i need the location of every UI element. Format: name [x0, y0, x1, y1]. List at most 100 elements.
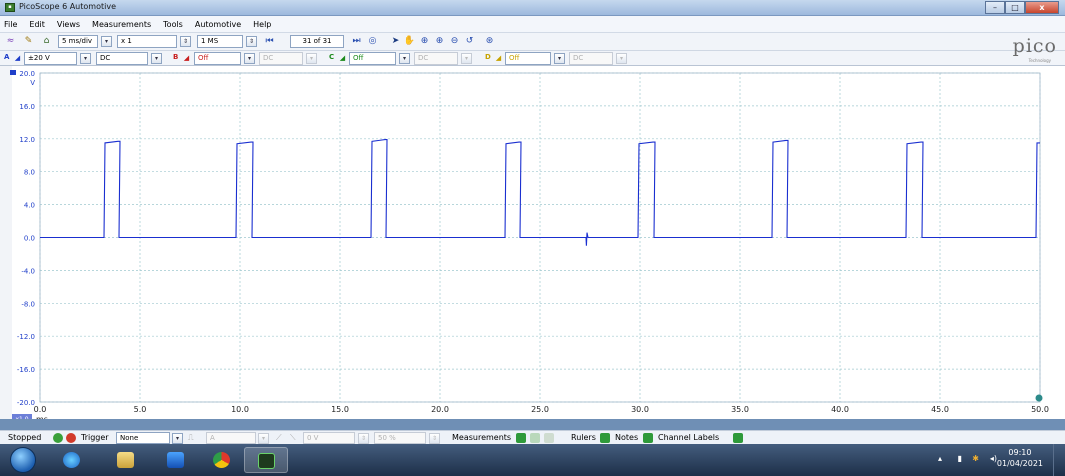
trigger-source-select[interactable]: A	[206, 432, 256, 444]
notes-toggle-icon[interactable]	[643, 433, 653, 443]
stop-capture-icon[interactable]	[66, 433, 76, 443]
channel-b-range-select[interactable]: Off	[194, 52, 241, 65]
channel-a-coupling-select[interactable]: DC	[96, 52, 148, 65]
advanced-trigger-icon[interactable]: ⎍	[188, 433, 194, 443]
x-tick-label: 15.0	[331, 405, 349, 414]
falling-edge-icon[interactable]: ⟍	[290, 433, 296, 443]
scope-mode-icon[interactable]: ≈	[4, 35, 17, 48]
channel-c-coupling-select[interactable]: DC	[414, 52, 458, 65]
next-buffer-icon[interactable]: ⏭	[350, 35, 363, 48]
menu-edit[interactable]: Edit	[29, 20, 45, 29]
timebase-select[interactable]: 5 ms/div	[58, 35, 98, 48]
channel-d-range-dropdown-icon[interactable]: ▾	[554, 53, 565, 64]
channel-b-probe-icon[interactable]: ◢	[180, 52, 193, 65]
x-tick-label: 0.0	[34, 405, 47, 414]
power-icon[interactable]: ✱	[972, 454, 979, 463]
edit-measurement-icon[interactable]	[530, 433, 540, 443]
zoom-region-icon[interactable]: ⊕	[433, 35, 446, 48]
trace-end-marker	[1035, 394, 1043, 402]
rising-edge-icon[interactable]: ⟋	[276, 433, 282, 443]
oscilloscope-plot[interactable]: 0.0 5.0 10.0 15.0 20.0 25.0 30.0 35.0 40.0 45.0 50…	[0, 66, 1065, 419]
channel-a-probe-icon[interactable]: ◢	[11, 52, 24, 65]
hand-pan-icon[interactable]: ✋	[403, 35, 416, 48]
probe-icon[interactable]: ✎	[22, 35, 35, 48]
picoscope-taskbar-icon	[258, 453, 275, 469]
channel-d-coupling-dropdown-icon[interactable]: ▾	[616, 53, 627, 64]
timebase-dropdown-icon[interactable]: ▾	[101, 36, 112, 47]
channel-c-probe-icon[interactable]: ◢	[336, 52, 349, 65]
folder-icon	[117, 452, 134, 468]
x-tick-label: 20.0	[431, 405, 449, 414]
network-icon[interactable]: ▮	[958, 454, 962, 463]
channel-labels-toggle-icon[interactable]	[733, 433, 743, 443]
samples-spinner-icon[interactable]: ⇕	[246, 36, 257, 47]
trigger-level-field[interactable]: 0 V	[303, 432, 355, 444]
channel-a-range-select[interactable]: ±20 V	[24, 52, 77, 65]
taskbar-media-player[interactable]	[154, 447, 198, 473]
menu-help[interactable]: Help	[253, 20, 271, 29]
system-clock[interactable]: 09:10 01/04/2021	[997, 447, 1043, 469]
show-desktop-button[interactable]	[1053, 444, 1065, 476]
channel-a-coupling-dropdown-icon[interactable]: ▾	[151, 53, 162, 64]
taskbar-internet-explorer[interactable]	[50, 447, 94, 473]
select-pointer-icon[interactable]: ➤	[389, 35, 402, 48]
show-hidden-icons-icon[interactable]: ▴	[938, 454, 942, 463]
buffer-navigator[interactable]: 31 of 31	[290, 35, 344, 48]
x-unit-label: ms	[36, 415, 48, 419]
add-measurement-icon[interactable]	[516, 433, 526, 443]
y-tick-label: 8.0	[24, 169, 35, 177]
menu-views[interactable]: Views	[57, 20, 80, 29]
clock-date: 01/04/2021	[996, 459, 1043, 468]
channel-c-range-select[interactable]: Off	[349, 52, 396, 65]
channel-d-coupling-select[interactable]: DC	[569, 52, 613, 65]
x-tick-label: 45.0	[931, 405, 949, 414]
menu-measurements[interactable]: Measurements	[92, 20, 151, 29]
first-buffer-icon[interactable]: ⏮	[263, 35, 276, 48]
trigger-mode-select[interactable]: None	[116, 432, 170, 444]
trigger-level-spinner-icon[interactable]: ⇕	[358, 433, 369, 444]
pico-logo: pico	[1012, 35, 1057, 57]
home-icon[interactable]: ⌂	[40, 35, 53, 48]
zoom-fit-icon[interactable]: ⊛	[483, 35, 496, 48]
buffer-overview-icon[interactable]: ◎	[366, 35, 379, 48]
notes-label: Notes	[615, 433, 639, 442]
picoscope-app-icon[interactable]: ▪	[5, 3, 15, 12]
channel-b-range-dropdown-icon[interactable]: ▾	[244, 53, 255, 64]
menu-file[interactable]: File	[4, 20, 17, 29]
zoom-in-icon[interactable]: ⊕	[418, 35, 431, 48]
menu-automotive[interactable]: Automotive	[195, 20, 241, 29]
zoom-select[interactable]: x 1	[117, 35, 177, 48]
trigger-mode-dropdown-icon[interactable]: ▾	[172, 433, 183, 444]
zoom-out-icon[interactable]: ⊖	[448, 35, 461, 48]
scope-view[interactable]: 0.0 5.0 10.0 15.0 20.0 25.0 30.0 35.0 40.0 45.0 50…	[0, 66, 1065, 419]
taskbar-chrome[interactable]	[200, 447, 244, 473]
undo-zoom-icon[interactable]: ↺	[463, 35, 476, 48]
taskbar-file-explorer[interactable]	[104, 447, 148, 473]
channel-d-probe-icon[interactable]: ◢	[492, 52, 505, 65]
channel-b-coupling-select[interactable]: DC	[259, 52, 303, 65]
rulers-toggle-icon[interactable]	[600, 433, 610, 443]
pretrigger-spinner-icon[interactable]: ⇕	[429, 433, 440, 444]
start-capture-icon[interactable]	[53, 433, 63, 443]
y-tick-label: -16.0	[17, 366, 35, 374]
channel-c-range-dropdown-icon[interactable]: ▾	[399, 53, 410, 64]
samples-select[interactable]: 1 MS	[197, 35, 243, 48]
trigger-source-dropdown-icon[interactable]: ▾	[258, 433, 269, 444]
delete-measurement-icon[interactable]	[544, 433, 554, 443]
y-tick-label: 12.0	[19, 136, 35, 144]
start-button[interactable]	[10, 447, 36, 473]
window-controls: – □ x	[985, 1, 1059, 15]
clock-time: 09:10	[1008, 448, 1032, 457]
maximize-button[interactable]: □	[1005, 1, 1025, 14]
title-bar[interactable]: ▪ PicoScope 6 Automotive – □ x	[0, 0, 1065, 16]
close-button[interactable]: x	[1025, 1, 1059, 14]
channel-d-range-select[interactable]: Off	[505, 52, 551, 65]
channel-a-range-dropdown-icon[interactable]: ▾	[80, 53, 91, 64]
taskbar-picoscope[interactable]	[244, 447, 288, 473]
pretrigger-field[interactable]: 50 %	[374, 432, 426, 444]
minimize-button[interactable]: –	[985, 1, 1005, 14]
channel-b-coupling-dropdown-icon[interactable]: ▾	[306, 53, 317, 64]
zoom-spinner-icon[interactable]: ⇕	[180, 36, 191, 47]
menu-tools[interactable]: Tools	[163, 20, 183, 29]
channel-c-coupling-dropdown-icon[interactable]: ▾	[461, 53, 472, 64]
